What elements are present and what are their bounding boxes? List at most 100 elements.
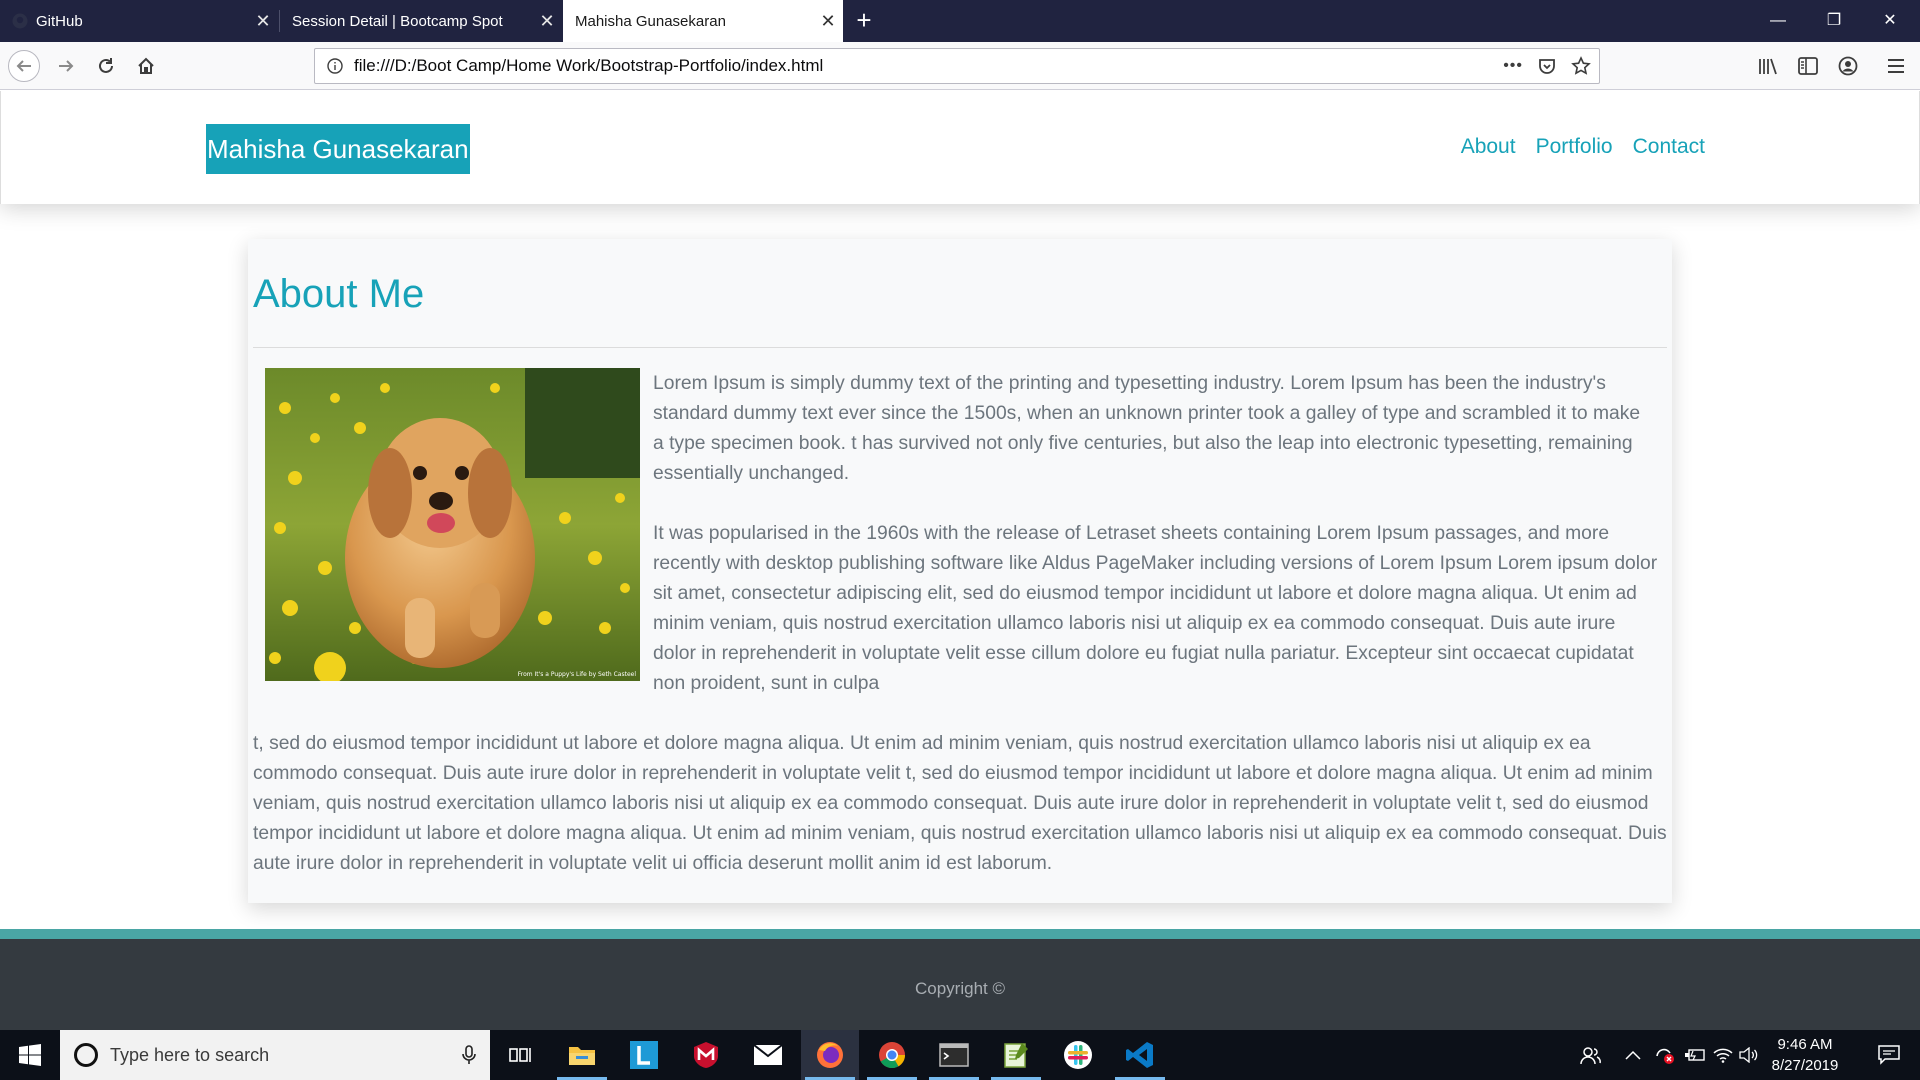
about-paragraph-2: It was popularised in the 1960s with the… xyxy=(653,523,1658,694)
library-icon xyxy=(1759,58,1777,75)
tab-bootcamp-spot[interactable]: Session Detail | Bootcamp Spot ✕ xyxy=(280,0,562,42)
github-icon xyxy=(12,13,28,29)
nav-link-contact[interactable]: Contact xyxy=(1633,135,1705,159)
back-button[interactable] xyxy=(8,50,40,82)
minimize-button[interactable]: — xyxy=(1750,0,1806,42)
arrow-right-icon xyxy=(59,60,74,72)
clock-time: 9:46 AM xyxy=(1777,1036,1833,1053)
taskbar-clock[interactable]: 9:46 AM 8/27/2019 xyxy=(1760,1034,1850,1076)
chrome-button[interactable] xyxy=(863,1030,921,1080)
file-explorer-button[interactable] xyxy=(553,1030,611,1080)
reload-button[interactable] xyxy=(90,50,122,82)
bookmark-star-icon[interactable] xyxy=(1571,56,1591,76)
menu-button[interactable] xyxy=(1880,50,1912,82)
nav-link-about[interactable]: About xyxy=(1461,135,1516,159)
speaker-icon xyxy=(1739,1047,1758,1063)
divider xyxy=(253,347,1667,348)
security-tray-button[interactable] xyxy=(1650,1030,1680,1080)
windows-logo-icon xyxy=(19,1044,41,1066)
firefox-button[interactable] xyxy=(801,1030,859,1080)
site-footer: Copyright © xyxy=(0,929,1920,1030)
pocket-icon[interactable] xyxy=(1537,56,1557,76)
terminal-button[interactable] xyxy=(925,1030,983,1080)
cortana-circle-icon xyxy=(74,1043,98,1067)
tab-github[interactable]: GitHub ✕ xyxy=(0,0,278,42)
vscode-icon xyxy=(1126,1042,1153,1068)
mcafee-shield-icon xyxy=(694,1042,718,1068)
url-bar[interactable]: file:///D:/Boot Camp/Home Work/Bootstrap… xyxy=(314,48,1600,84)
home-button[interactable] xyxy=(130,50,162,82)
about-heading: About Me xyxy=(253,272,425,316)
chrome-icon xyxy=(879,1042,906,1069)
search-placeholder: Type here to search xyxy=(110,1044,270,1065)
task-view-icon xyxy=(509,1048,531,1062)
account-icon xyxy=(1838,56,1858,76)
page-actions-icon[interactable]: ••• xyxy=(1503,57,1523,75)
vscode-button[interactable] xyxy=(1111,1030,1169,1080)
people-icon xyxy=(1580,1047,1601,1065)
url-text[interactable]: file:///D:/Boot Camp/Home Work/Bootstrap… xyxy=(354,49,823,83)
close-window-button[interactable]: ✕ xyxy=(1862,0,1918,42)
site-header: Mahisha Gunasekaran About Portfolio Cont… xyxy=(0,91,1920,204)
editor-button[interactable] xyxy=(987,1030,1045,1080)
web-page: Mahisha Gunasekaran About Portfolio Cont… xyxy=(0,91,1920,1030)
notepad-icon xyxy=(1004,1043,1028,1068)
terminal-icon xyxy=(939,1043,969,1067)
browser-tab-bar: GitHub ✕ Session Detail | Bootcamp Spot … xyxy=(0,0,1920,42)
tab-mahisha-gunasekaran[interactable]: Mahisha Gunasekaran ✕ xyxy=(563,0,843,42)
chevron-up-icon xyxy=(1625,1050,1641,1060)
home-icon xyxy=(138,57,154,74)
folder-icon xyxy=(569,1047,595,1065)
mail-icon xyxy=(753,1044,783,1065)
site-nav: About Portfolio Contact xyxy=(1461,135,1705,159)
microphone-icon[interactable] xyxy=(462,1045,476,1065)
puppy-photo: From It's a Puppy's Life by Seth Casteel xyxy=(265,368,640,681)
wifi-icon xyxy=(1713,1048,1733,1063)
arrow-left-icon xyxy=(16,60,31,72)
new-tab-button[interactable]: + xyxy=(852,0,876,42)
mcafee-button[interactable] xyxy=(677,1030,735,1080)
security-alert-icon xyxy=(1656,1048,1674,1064)
tab-label: Session Detail | Bootcamp Spot xyxy=(292,12,503,30)
battery-icon xyxy=(1685,1049,1705,1061)
site-brand[interactable]: Mahisha Gunasekaran xyxy=(206,124,470,174)
windows-taskbar: Type here to search 9:46 AM 8/27/2019 xyxy=(0,1030,1920,1080)
info-icon[interactable] xyxy=(327,58,343,74)
forward-button[interactable] xyxy=(50,50,82,82)
nav-link-portfolio[interactable]: Portfolio xyxy=(1536,135,1613,159)
about-paragraph-1: Lorem Ipsum is simply dummy text of the … xyxy=(653,373,1641,484)
action-center-button[interactable] xyxy=(1864,1030,1914,1080)
copyright-text: Copyright © xyxy=(914,979,1005,998)
volume-button[interactable] xyxy=(1736,1030,1762,1080)
library-button[interactable] xyxy=(1752,50,1784,82)
tab-label: Mahisha Gunasekaran xyxy=(575,12,726,30)
battery-button[interactable] xyxy=(1680,1030,1710,1080)
people-button[interactable] xyxy=(1572,1030,1608,1080)
photo-credit: From It's a Puppy's Life by Seth Casteel xyxy=(517,671,636,678)
reload-icon xyxy=(99,58,113,73)
close-tab-icon[interactable]: ✕ xyxy=(248,11,278,32)
close-tab-icon[interactable]: ✕ xyxy=(813,11,843,32)
about-card: About Me From It's a Puppy's Life by Set… xyxy=(248,239,1672,903)
firefox-icon xyxy=(817,1042,843,1068)
notification-icon xyxy=(1878,1045,1900,1065)
about-paragraph-3: t, sed do eiusmod tempor incididunt ut l… xyxy=(253,733,1667,874)
close-tab-icon[interactable]: ✕ xyxy=(532,11,562,32)
sidebar-button[interactable] xyxy=(1792,50,1824,82)
mail-button[interactable] xyxy=(739,1030,797,1080)
hamburger-menu-icon xyxy=(1888,59,1904,73)
clock-date: 8/27/2019 xyxy=(1771,1057,1839,1074)
restore-button[interactable]: ❐ xyxy=(1806,0,1862,42)
account-button[interactable] xyxy=(1832,50,1864,82)
start-button[interactable] xyxy=(0,1030,60,1080)
browser-toolbar: file:///D:/Boot Camp/Home Work/Bootstrap… xyxy=(0,42,1920,90)
task-view-button[interactable] xyxy=(491,1030,549,1080)
slack-icon xyxy=(1064,1041,1092,1069)
l-app-icon xyxy=(630,1041,658,1069)
l-app-button[interactable] xyxy=(615,1030,673,1080)
wifi-button[interactable] xyxy=(1710,1030,1736,1080)
slack-button[interactable] xyxy=(1049,1030,1107,1080)
taskbar-search-box[interactable]: Type here to search xyxy=(60,1030,490,1080)
tab-label: GitHub xyxy=(36,12,83,30)
show-hidden-icons-button[interactable] xyxy=(1618,1030,1648,1080)
